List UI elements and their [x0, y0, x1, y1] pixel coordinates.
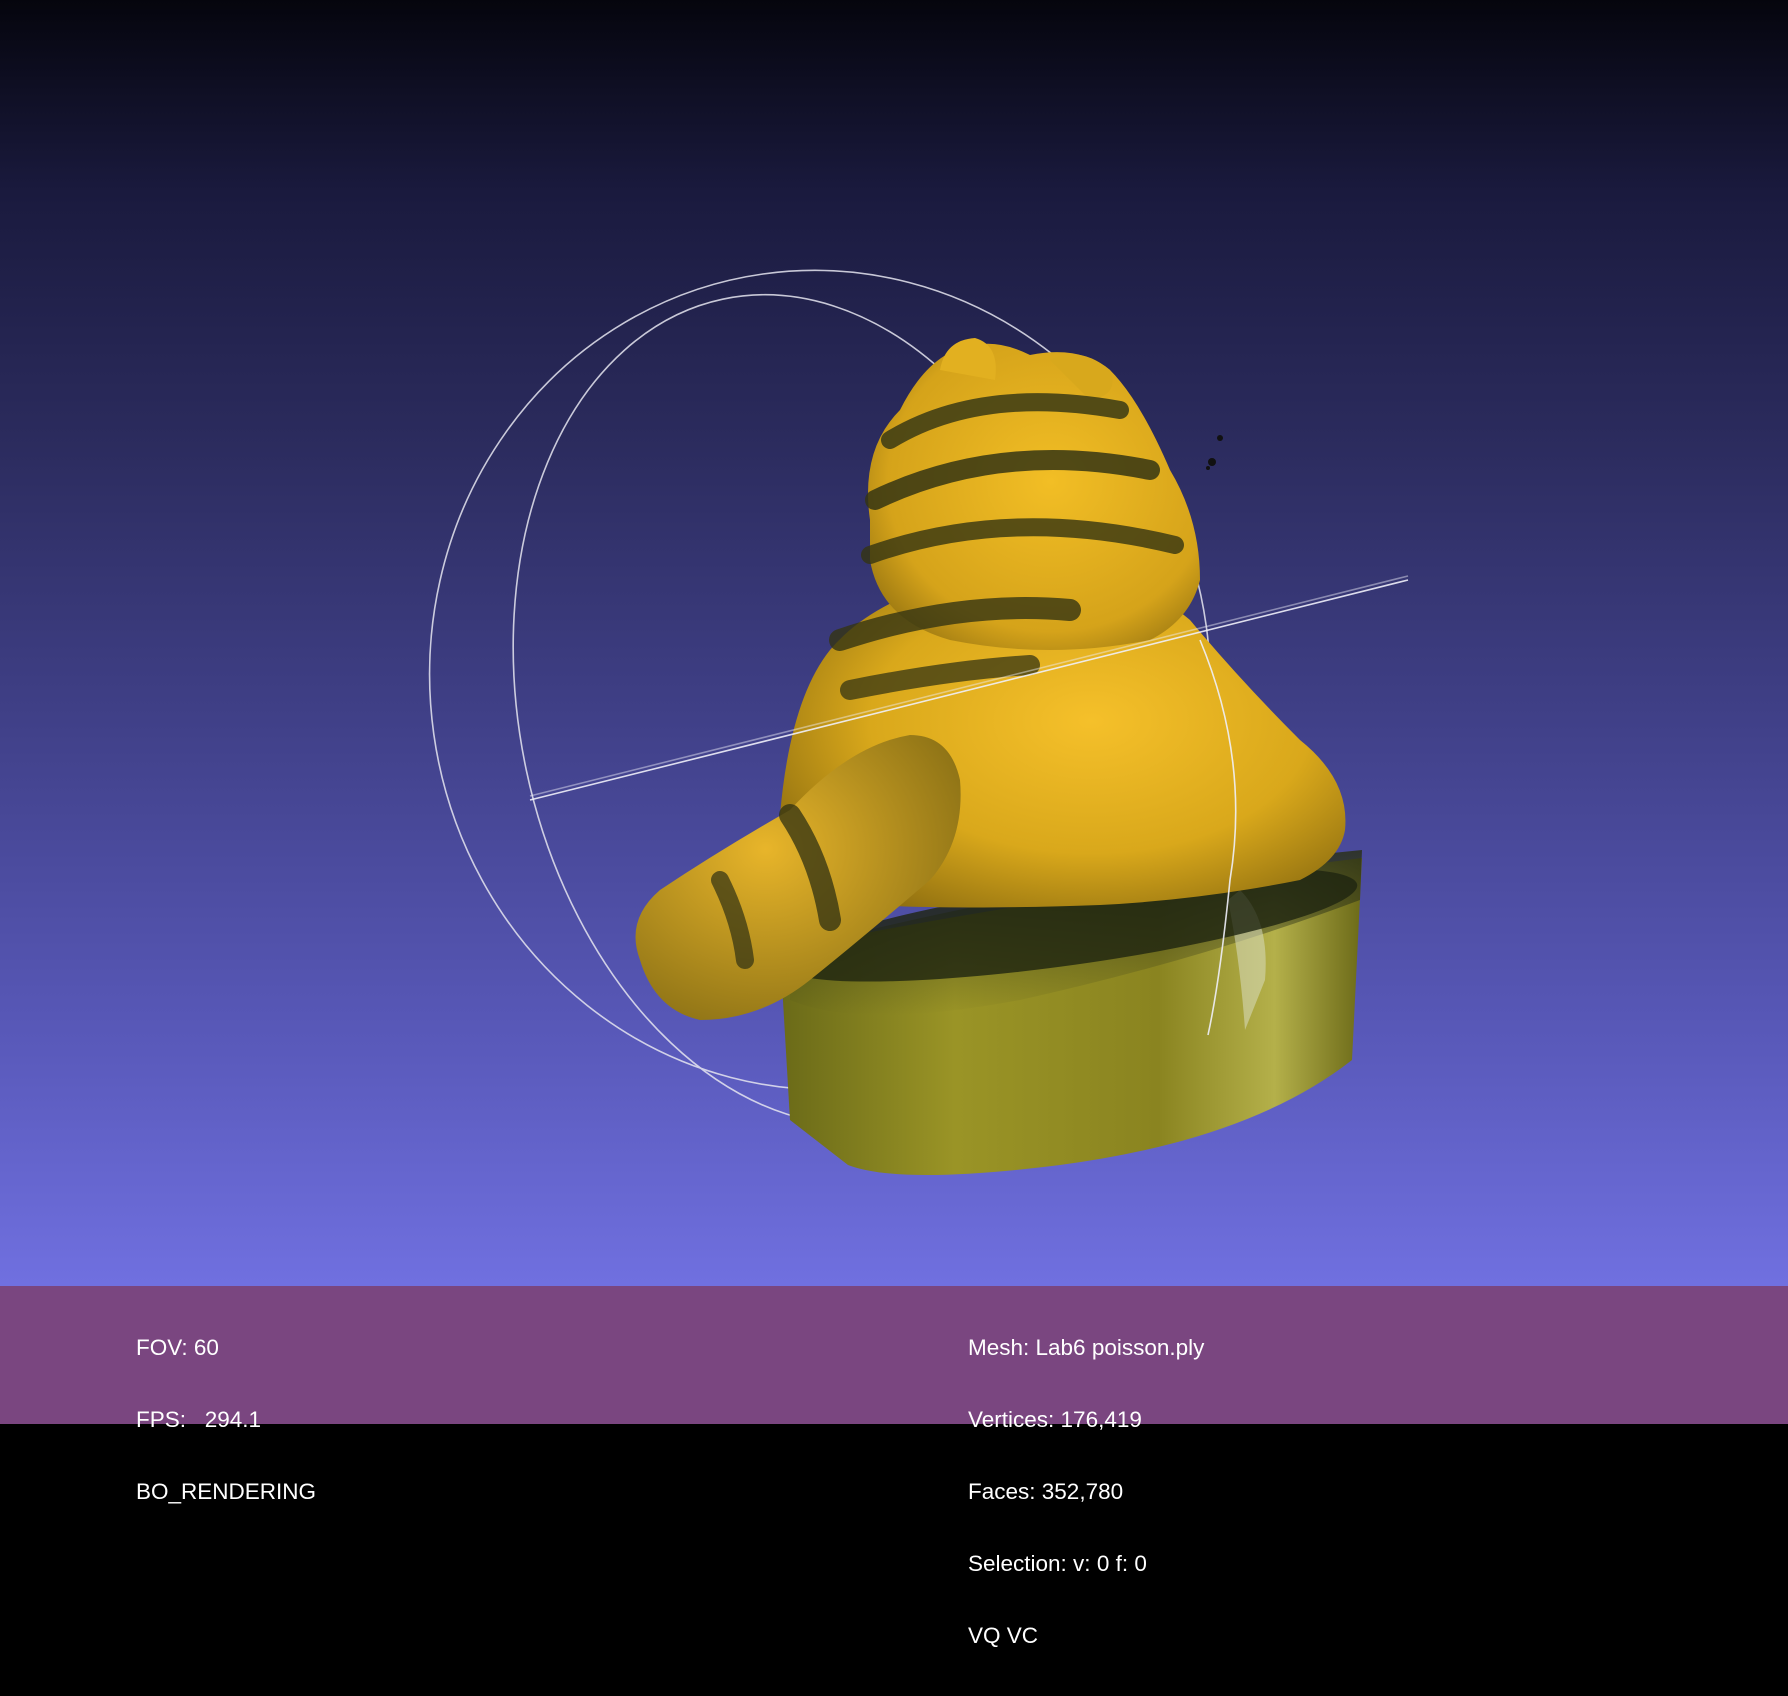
- 3d-viewport[interactable]: [0, 0, 1788, 1286]
- status-bar: FOV: 60 FPS: 294.1 BO_RENDERING Mesh: La…: [0, 1286, 1788, 1648]
- fov-readout: FOV: 60: [136, 1335, 219, 1360]
- render-mode-readout: BO_RENDERING: [136, 1479, 317, 1504]
- faces-readout: Faces: 352,780: [968, 1479, 1124, 1504]
- view-info: FOV: 60 FPS: 294.1 BO_RENDERING: [136, 1288, 316, 1552]
- mesh-info: Mesh: Lab6 poisson.ply Vertices: 176,419…: [968, 1288, 1204, 1696]
- selection-readout: Selection: v: 0 f: 0: [968, 1551, 1147, 1576]
- fps-readout: FPS: 294.1: [136, 1407, 262, 1432]
- vertices-readout: Vertices: 176,419: [968, 1407, 1142, 1432]
- render-flags-readout: VQ VC: [968, 1623, 1039, 1648]
- mesh-scene[interactable]: [0, 0, 1788, 1286]
- mesh-name-readout: Mesh: Lab6 poisson.ply: [968, 1335, 1205, 1360]
